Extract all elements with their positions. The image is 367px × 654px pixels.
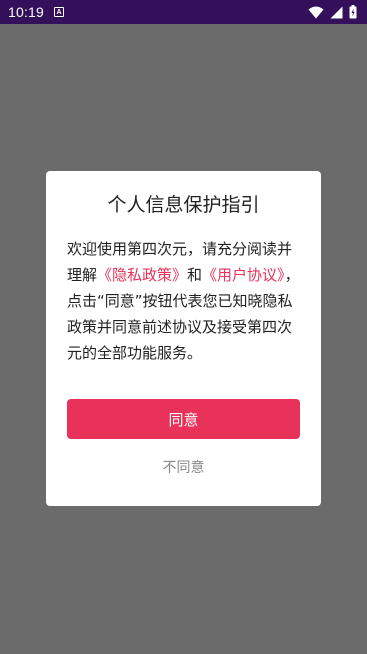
status-bar: 10:19 A: [0, 0, 367, 24]
user-agreement-link[interactable]: 《用户协议》: [202, 266, 285, 284]
wifi-icon: [308, 6, 324, 18]
privacy-policy-link[interactable]: 《隐私政策》: [97, 266, 187, 284]
dialog-title: 个人信息保护指引: [107, 194, 260, 216]
disagree-button[interactable]: 不同意: [67, 455, 300, 479]
status-icons: [308, 5, 357, 19]
notification-icon: A: [54, 7, 65, 17]
privacy-dialog: 个人信息保护指引 欢迎使用第四次元，请充分阅读并理解《隐私政策》和《用户协议》，…: [46, 171, 321, 506]
signal-icon: [330, 6, 343, 18]
dialog-body: 欢迎使用第四次元，请充分阅读并理解《隐私政策》和《用户协议》，点击“同意”按钮代…: [67, 236, 300, 366]
status-time: 10:19: [8, 4, 45, 20]
body-text-and: 和: [187, 266, 203, 284]
agree-button[interactable]: 同意: [67, 399, 300, 439]
battery-icon: [349, 5, 357, 19]
